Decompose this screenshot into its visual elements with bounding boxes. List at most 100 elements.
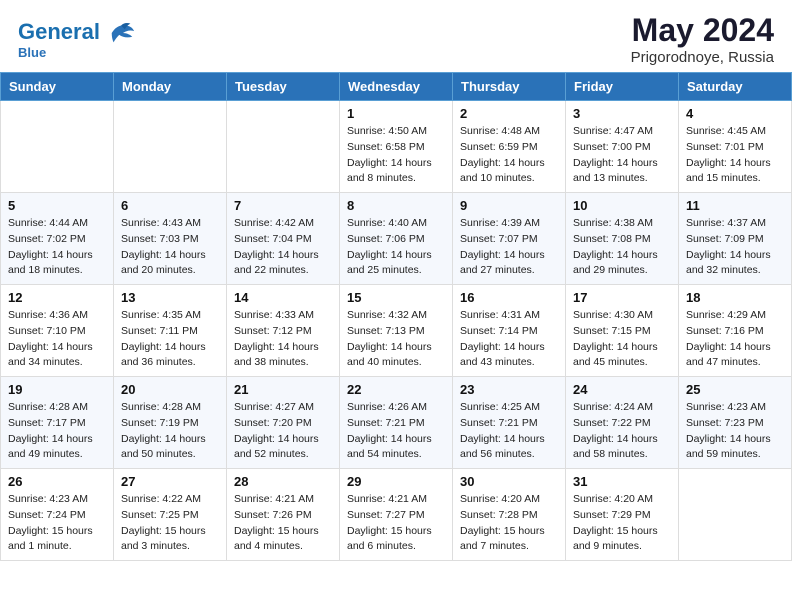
daylight-text: Daylight: 14 hours and 18 minutes. [8,248,106,280]
calendar-cell: 11Sunrise: 4:37 AMSunset: 7:09 PMDayligh… [679,193,792,285]
daylight-text: Daylight: 14 hours and 29 minutes. [573,248,671,280]
calendar-cell: 12Sunrise: 4:36 AMSunset: 7:10 PMDayligh… [1,285,114,377]
sunrise-text: Sunrise: 4:40 AM [347,216,445,232]
header: General Blue May 2024 Prigorodnoye, Russ… [0,0,792,72]
logo-text: General [18,19,136,47]
sunrise-text: Sunrise: 4:25 AM [460,400,558,416]
logo-bird-icon [108,19,136,47]
sunset-text: Sunset: 7:09 PM [686,232,784,248]
daylight-text: Daylight: 14 hours and 56 minutes. [460,432,558,464]
calendar-cell: 26 Sunrise: 4:23 AMSunset: 7:24 PMDayligh… [1,469,114,561]
sunset-text: Sunset: 7:10 PM [8,324,106,340]
day-info: Sunrise: 4:50 AMSunset: 6:58 PMDaylight:… [347,124,445,187]
month-title: May 2024 [631,12,774,49]
calendar-cell: 6Sunrise: 4:43 AMSunset: 7:03 PMDaylight… [114,193,227,285]
sunset-text: Sunset: 7:06 PM [347,232,445,248]
calendar-week-4: 19Sunrise: 4:28 AMSunset: 7:17 PMDayligh… [1,377,792,469]
day-number: 8 [347,198,445,213]
sunset-text: Sunset: 7:27 PM [347,508,445,524]
sunset-text: Sunset: 7:15 PM [573,324,671,340]
calendar-cell [679,469,792,561]
sunrise-text: Sunrise: 4:26 AM [347,400,445,416]
calendar-cell: 27Sunrise: 4:22 AMSunset: 7:25 PMDayligh… [114,469,227,561]
day-info: Sunrise: 4:39 AMSunset: 7:07 PMDaylight:… [460,216,558,279]
day-number: 16 [460,290,558,305]
day-number: 17 [573,290,671,305]
day-number: 31 [573,474,671,489]
calendar-cell [227,101,340,193]
day-info: Sunrise: 4:44 AMSunset: 7:02 PMDaylight:… [8,216,106,279]
day-info: Sunrise: 4:20 AMSunset: 7:28 PMDaylight:… [460,492,558,555]
day-number: 18 [686,290,784,305]
day-number: 12 [8,290,106,305]
sunrise-text: Sunrise: 4:23 AM [8,492,106,508]
calendar-cell: 10Sunrise: 4:38 AMSunset: 7:08 PMDayligh… [566,193,679,285]
daylight-text: Daylight: 14 hours and 59 minutes. [686,432,784,464]
sunrise-text: Sunrise: 4:29 AM [686,308,784,324]
calendar-week-1: 1 Sunrise: 4:50 AMSunset: 6:58 PMDaylight… [1,101,792,193]
day-info: Sunrise: 4:35 AMSunset: 7:11 PMDaylight:… [121,308,219,371]
sunset-text: Sunset: 7:23 PM [686,416,784,432]
weekday-header-saturday: Saturday [679,73,792,101]
day-number: 7 [234,198,332,213]
weekday-header-sunday: Sunday [1,73,114,101]
calendar-cell: 19Sunrise: 4:28 AMSunset: 7:17 PMDayligh… [1,377,114,469]
day-number: 26 [8,474,106,489]
day-number: 14 [234,290,332,305]
day-number: 25 [686,382,784,397]
sunrise-text: Sunrise: 4:27 AM [234,400,332,416]
daylight-text: Daylight: 14 hours and 25 minutes. [347,248,445,280]
day-number: 9 [460,198,558,213]
sunrise-text: Sunrise: 4:38 AM [573,216,671,232]
day-number: 29 [347,474,445,489]
daylight-text: Daylight: 14 hours and 32 minutes. [686,248,784,280]
day-number: 23 [460,382,558,397]
day-info: Sunrise: 4:42 AMSunset: 7:04 PMDaylight:… [234,216,332,279]
day-number: 3 [573,106,671,121]
day-info: Sunrise: 4:29 AMSunset: 7:16 PMDaylight:… [686,308,784,371]
sunset-text: Sunset: 7:11 PM [121,324,219,340]
sunrise-text: Sunrise: 4:24 AM [573,400,671,416]
daylight-text: Daylight: 14 hours and 22 minutes. [234,248,332,280]
daylight-text: Daylight: 14 hours and 54 minutes. [347,432,445,464]
sunset-text: Sunset: 7:24 PM [8,508,106,524]
day-info: Sunrise: 4:23 AMSunset: 7:23 PMDaylight:… [686,400,784,463]
calendar-cell [114,101,227,193]
sunrise-text: Sunrise: 4:42 AM [234,216,332,232]
sunset-text: Sunset: 7:20 PM [234,416,332,432]
daylight-text: Daylight: 14 hours and 38 minutes. [234,340,332,372]
day-number: 10 [573,198,671,213]
daylight-text: Daylight: 14 hours and 40 minutes. [347,340,445,372]
day-info: Sunrise: 4:25 AMSunset: 7:21 PMDaylight:… [460,400,558,463]
daylight-text: Daylight: 14 hours and 45 minutes. [573,340,671,372]
calendar-cell: 9 Sunrise: 4:39 AMSunset: 7:07 PMDaylight… [453,193,566,285]
daylight-text: Daylight: 14 hours and 15 minutes. [686,156,784,188]
daylight-text: Daylight: 15 hours and 4 minutes. [234,524,332,556]
sunset-text: Sunset: 7:26 PM [234,508,332,524]
sunrise-text: Sunrise: 4:31 AM [460,308,558,324]
sunrise-text: Sunrise: 4:44 AM [8,216,106,232]
calendar-cell [1,101,114,193]
sunset-text: Sunset: 7:14 PM [460,324,558,340]
day-number: 15 [347,290,445,305]
day-number: 27 [121,474,219,489]
sunrise-text: Sunrise: 4:47 AM [573,124,671,140]
calendar-cell: 25 Sunrise: 4:23 AMSunset: 7:23 PMDayligh… [679,377,792,469]
day-info: Sunrise: 4:23 AMSunset: 7:24 PMDaylight:… [8,492,106,555]
calendar-cell: 2Sunrise: 4:48 AMSunset: 6:59 PMDaylight… [453,101,566,193]
day-info: Sunrise: 4:26 AMSunset: 7:21 PMDaylight:… [347,400,445,463]
day-number: 20 [121,382,219,397]
day-info: Sunrise: 4:31 AMSunset: 7:14 PMDaylight:… [460,308,558,371]
day-number: 1 [347,106,445,121]
calendar-cell: 30Sunrise: 4:20 AMSunset: 7:28 PMDayligh… [453,469,566,561]
daylight-text: Daylight: 14 hours and 27 minutes. [460,248,558,280]
daylight-text: Daylight: 14 hours and 10 minutes. [460,156,558,188]
sunrise-text: Sunrise: 4:20 AM [573,492,671,508]
calendar-cell: 18 Sunrise: 4:29 AMSunset: 7:16 PMDayligh… [679,285,792,377]
calendar-cell: 23 Sunrise: 4:25 AMSunset: 7:21 PMDayligh… [453,377,566,469]
calendar-cell: 28Sunrise: 4:21 AMSunset: 7:26 PMDayligh… [227,469,340,561]
calendar-cell: 20Sunrise: 4:28 AMSunset: 7:19 PMDayligh… [114,377,227,469]
sunset-text: Sunset: 7:02 PM [8,232,106,248]
daylight-text: Daylight: 14 hours and 8 minutes. [347,156,445,188]
calendar-cell: 21Sunrise: 4:27 AMSunset: 7:20 PMDayligh… [227,377,340,469]
